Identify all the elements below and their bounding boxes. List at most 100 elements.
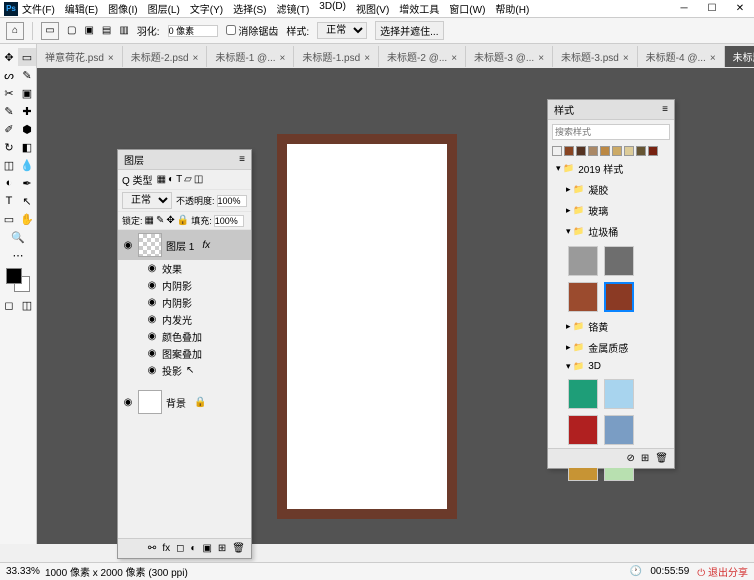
foreground-color[interactable] [6, 268, 22, 284]
pen-tool[interactable]: ✒ [18, 174, 36, 192]
styles-panel-header[interactable]: 样式 ≡ [548, 100, 674, 120]
fx-badge[interactable]: fx [202, 240, 210, 251]
style-preset[interactable] [568, 379, 598, 409]
filter-adjust-icon[interactable]: ◐ [168, 174, 174, 185]
menu-plugins[interactable]: 增效工具 [399, 1, 439, 16]
style-preset[interactable] [568, 246, 598, 276]
visibility-icon[interactable]: ◉ [122, 397, 134, 408]
panel-menu-icon[interactable]: ≡ [662, 104, 668, 115]
zoom-level[interactable]: 33.33% [6, 566, 40, 577]
filter-type-icon[interactable]: T [176, 174, 182, 185]
style-folder-chrome[interactable]: ▸ 📁 铬黄 [548, 316, 674, 337]
layer-thumbnail[interactable] [138, 390, 162, 414]
selection-mode-add[interactable]: ▣ [84, 25, 93, 36]
style-swatch[interactable] [588, 146, 598, 156]
quick-select-tool[interactable]: ✎ [18, 66, 36, 84]
style-swatch[interactable] [624, 146, 634, 156]
maximize-button[interactable]: ☐ [702, 3, 722, 14]
style-folder-3d[interactable]: ▾ 📁 3D [548, 358, 674, 375]
doc-tab[interactable]: 未标题-3.psd× [553, 46, 638, 67]
close-button[interactable]: ✕ [730, 3, 750, 14]
style-swatch[interactable] [564, 146, 574, 156]
style-folder-metal[interactable]: ▸ 📁 金属质感 [548, 337, 674, 358]
screenmode-toggle[interactable]: ◫ [18, 296, 36, 314]
move-tool[interactable]: ✥ [0, 48, 18, 66]
zoom-tool[interactable]: 🔍 [0, 228, 36, 246]
panel-menu-icon[interactable]: ≡ [239, 154, 245, 165]
doc-tab[interactable]: 未标题-4 @...× [638, 46, 725, 67]
menu-filter[interactable]: 滤镜(T) [277, 1, 310, 16]
doc-tab[interactable]: 未标题-1.psd× [294, 46, 379, 67]
home-icon[interactable]: ⌂ [6, 22, 24, 40]
menu-view[interactable]: 视图(V) [356, 1, 389, 16]
color-swatch[interactable] [6, 268, 30, 292]
style-folder-glass[interactable]: ▸ 📁 玻璃 [548, 200, 674, 221]
group-icon[interactable]: ▣ [202, 543, 211, 554]
style-folder-gel[interactable]: ▸ 📁 凝胶 [548, 179, 674, 200]
fx-icon[interactable]: fx [162, 543, 170, 554]
effect-item[interactable]: ◉投影 ↖ [118, 362, 251, 379]
menu-select[interactable]: 选择(S) [233, 1, 266, 16]
effect-item[interactable]: ◉内阴影 [118, 277, 251, 294]
blur-tool[interactable]: 💧 [18, 156, 36, 174]
link-icon[interactable]: ⚯ [148, 543, 156, 554]
menu-window[interactable]: 窗口(W) [449, 1, 485, 16]
effect-item[interactable]: ◉图案叠加 [118, 345, 251, 362]
menu-help[interactable]: 帮助(H) [495, 1, 529, 16]
selection-mode-intersect[interactable]: ▥ [119, 25, 128, 36]
lasso-tool[interactable]: ᔕ [0, 66, 18, 84]
menu-edit[interactable]: 编辑(E) [65, 1, 98, 16]
stamp-tool[interactable]: ⬢ [18, 120, 36, 138]
menu-file[interactable]: 文件(F) [22, 1, 55, 16]
quickmask-toggle[interactable]: ◻ [0, 296, 18, 314]
doc-tab[interactable]: 禅意荷花.psd× [37, 46, 123, 67]
frame-tool[interactable]: ▣ [18, 84, 36, 102]
menu-3d[interactable]: 3D(D) [319, 1, 346, 16]
style-swatch[interactable] [612, 146, 622, 156]
doc-tab[interactable]: 未标题-2.psd× [123, 46, 208, 67]
antialias-checkbox[interactable]: 消除锯齿 [226, 23, 279, 38]
lock-pixel-icon[interactable]: ✎ [156, 215, 164, 226]
style-preset-selected[interactable] [604, 282, 634, 312]
layers-panel[interactable]: 图层 ≡ Q 类型 ▦ ◐ T ▱ ◫ 正常 不透明度: 锁定: ▦ [117, 149, 252, 559]
doc-tab[interactable]: 未标题-1 @...× [207, 46, 294, 67]
delete-icon[interactable]: 🗑 [232, 543, 245, 554]
layer-item-1[interactable]: ◉ 图层 1 fx [118, 230, 251, 260]
opacity-input[interactable] [217, 195, 247, 207]
filter-smart-icon[interactable]: ◫ [194, 174, 203, 185]
style-swatch[interactable] [600, 146, 610, 156]
exit-share-button[interactable]: ⏻ 退出分享 [697, 564, 748, 579]
layer-name[interactable]: 图层 1 [166, 238, 194, 253]
style-preset[interactable] [568, 415, 598, 445]
style-folder-2019[interactable]: ▾ 📁 2019 样式 [548, 158, 674, 179]
style-swatch[interactable] [636, 146, 646, 156]
brush-tool[interactable]: ✐ [0, 120, 18, 138]
selection-mode-new[interactable]: ▢ [67, 25, 76, 36]
effects-group[interactable]: ◉效果 [118, 260, 251, 277]
style-preset[interactable] [568, 282, 598, 312]
style-folder-trash[interactable]: ▾ 📁 垃圾桶 [548, 221, 674, 242]
styles-search-input[interactable] [552, 124, 670, 140]
eyedropper-tool[interactable]: ✎ [0, 102, 18, 120]
fill-input[interactable] [214, 215, 244, 227]
effect-item[interactable]: ◉颜色叠加 [118, 328, 251, 345]
effect-item[interactable]: ◉内阴影 [118, 294, 251, 311]
visibility-icon[interactable]: ◉ [122, 240, 134, 251]
effect-item[interactable]: ◉内发光 [118, 311, 251, 328]
doc-tab-active[interactable]: 未标题-5 @ 33.3% (图层 1, RGB/8#) *× [725, 46, 754, 67]
dodge-tool[interactable]: ◐ [0, 174, 18, 192]
adjust-icon[interactable]: ◐ [190, 543, 196, 554]
gradient-tool[interactable]: ◫ [0, 156, 18, 174]
style-swatch[interactable] [552, 146, 562, 156]
hand-tool[interactable]: ✋ [18, 210, 36, 228]
style-swatch[interactable] [648, 146, 658, 156]
delete-style-icon[interactable]: 🗑 [655, 453, 668, 464]
new-style-icon[interactable]: ⊞ [641, 453, 649, 464]
eraser-tool[interactable]: ◧ [18, 138, 36, 156]
filter-pixel-icon[interactable]: ▦ [157, 174, 166, 185]
history-brush-tool[interactable]: ↻ [0, 138, 18, 156]
style-swatch[interactable] [576, 146, 586, 156]
menu-image[interactable]: 图像(I) [108, 1, 137, 16]
menu-layer[interactable]: 图层(L) [148, 1, 180, 16]
filter-shape-icon[interactable]: ▱ [184, 174, 192, 185]
